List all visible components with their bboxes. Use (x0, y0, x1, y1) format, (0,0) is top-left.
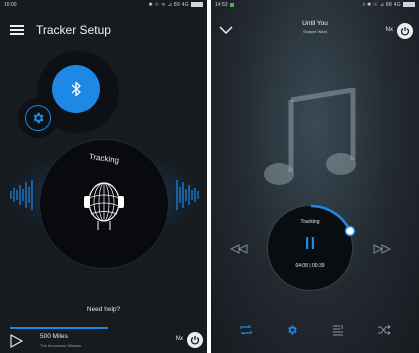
nx-label: Nx (385, 27, 393, 33)
playback-dial[interactable]: Tracking 04:08 | 00:39 (267, 204, 356, 291)
bottom-toolbar (223, 320, 407, 340)
now-playing-header: Until You Shayne Ward Nx (211, 12, 419, 48)
mini-player[interactable]: 500 Miles The Innocence Mission Nx (0, 327, 207, 353)
nx-label: Nx (175, 336, 183, 342)
status-bar: 14:53 ◊ ✱ ☉ ⊿ 88 4G (211, 0, 419, 10)
settings-button[interactable] (285, 324, 299, 336)
page-title: Tracker Setup (36, 23, 111, 37)
battery-icon (403, 2, 415, 8)
equalizer-right (176, 170, 199, 220)
power-icon (190, 336, 200, 345)
gear-icon (33, 112, 44, 124)
app-header: Tracker Setup (0, 12, 207, 48)
equalizer-left (10, 170, 33, 220)
playlist-button[interactable] (331, 324, 345, 336)
shuffle-icon (378, 325, 391, 335)
repeat-icon (240, 325, 252, 335)
pause-icon[interactable] (304, 236, 316, 250)
hamburger-icon[interactable] (10, 25, 24, 35)
battery-icon (191, 2, 203, 8)
play-icon[interactable] (9, 334, 23, 348)
power-button[interactable] (397, 23, 413, 39)
rewind-icon[interactable] (230, 244, 248, 254)
playback-progress (10, 327, 108, 329)
settings-button[interactable] (25, 105, 51, 131)
playback-time: 04:08 | 00:39 (295, 263, 325, 269)
now-playing-screen: 14:53 ◊ ✱ ☉ ⊿ 88 4G Until You Shayne War… (211, 0, 419, 353)
status-time: 14:53 (215, 2, 234, 8)
fast-forward-icon[interactable] (373, 244, 391, 254)
playlist-icon (333, 325, 343, 336)
album-art (253, 87, 373, 203)
gear-icon (288, 325, 297, 335)
status-indicators: ✱ ☉ ᯤ ⊿ 89 4G (148, 2, 203, 8)
status-bar: 16:00 ✱ ☉ ᯤ ⊿ 89 4G (0, 0, 207, 10)
tracking-dial[interactable]: Tracking (40, 140, 168, 268)
power-button[interactable] (187, 332, 203, 348)
bluetooth-button[interactable] (52, 65, 100, 113)
tracking-label: Tracking (300, 219, 320, 225)
song-title: Until You (302, 20, 328, 27)
music-note-icon (264, 87, 356, 185)
help-link[interactable]: Need help? (0, 306, 207, 313)
shuffle-button[interactable] (377, 324, 391, 336)
song-title: 500 Miles (40, 333, 68, 340)
artist-name: The Innocence Mission (40, 343, 82, 348)
bluetooth-icon (71, 81, 81, 97)
tracker-setup-screen: 16:00 ✱ ☉ ᯤ ⊿ 89 4G Tracker Setup Tracki… (0, 0, 207, 353)
power-icon (400, 27, 410, 36)
repeat-button[interactable] (239, 324, 253, 336)
status-time: 16:00 (4, 2, 17, 8)
head-icon (84, 182, 124, 230)
status-indicators: ◊ ✱ ☉ ⊿ 88 4G (363, 2, 415, 8)
